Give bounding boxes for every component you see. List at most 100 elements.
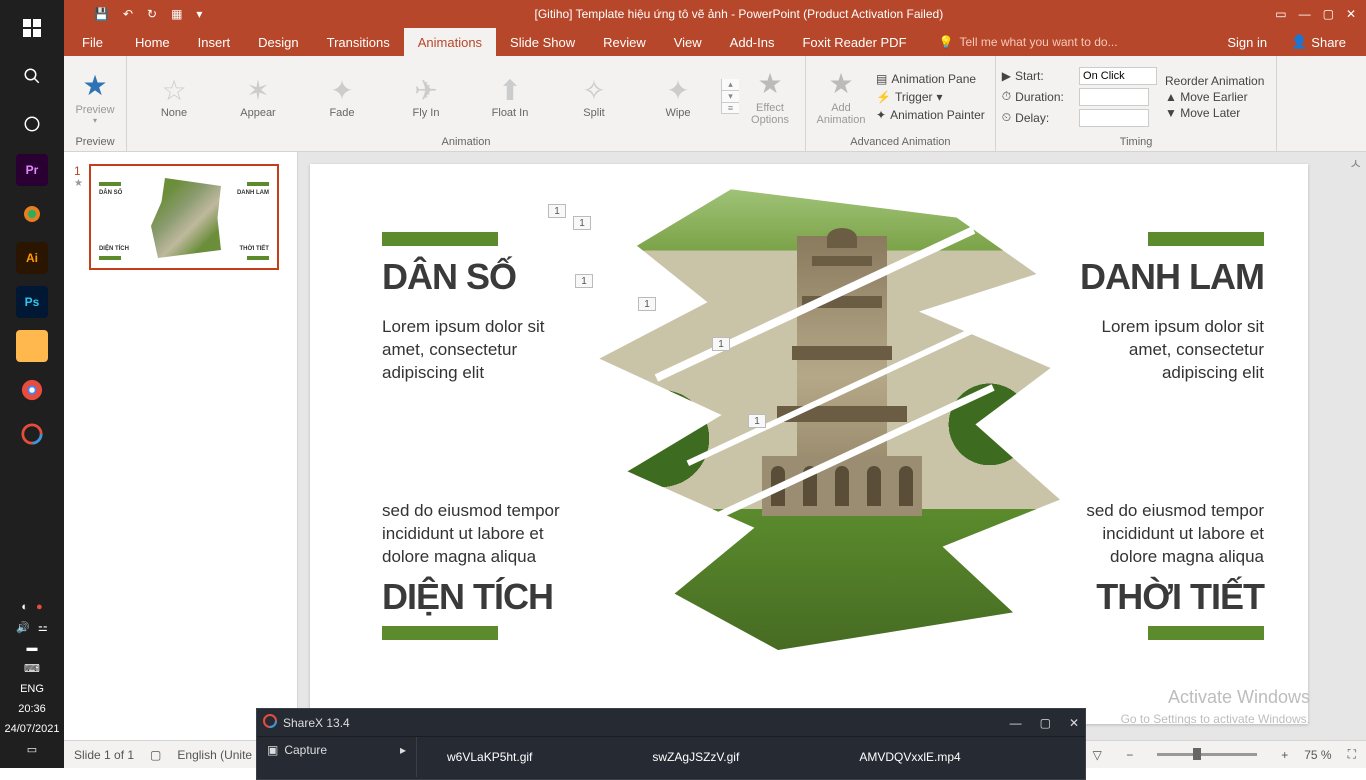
heading-danhlam[interactable]: DANH LAM	[1080, 256, 1264, 298]
save-icon[interactable]: 💾	[94, 7, 109, 21]
body-text[interactable]: sed do eiusmod tempor incididunt ut labo…	[1084, 500, 1264, 569]
tell-me-search[interactable]: 💡Tell me what you want to do...	[939, 35, 1118, 49]
ribbon-options-icon[interactable]: ▭	[1275, 7, 1286, 21]
zoom-level[interactable]: 75 %	[1304, 748, 1331, 762]
animation-gallery[interactable]: ☆None ✶Appear ✦Fade ✈Fly In ⬆Float In ✧S…	[133, 61, 719, 133]
undo-icon[interactable]: ↶	[123, 7, 133, 21]
tab-review[interactable]: Review	[589, 28, 660, 56]
animation-tag[interactable]: 1	[548, 204, 566, 218]
close-icon[interactable]: ✕	[1069, 716, 1079, 730]
start-from-beginning-icon[interactable]: ▦	[171, 7, 182, 21]
slide-canvas[interactable]: DÂN SỐ Lorem ipsum dolor sit amet, conse…	[310, 164, 1308, 724]
heading-danso[interactable]: DÂN SỐ	[382, 256, 516, 298]
move-earlier-button[interactable]: ▲ Move Earlier	[1165, 90, 1264, 104]
chrome-icon[interactable]	[16, 374, 48, 406]
trigger-button[interactable]: ⚡Trigger ▾	[872, 89, 989, 105]
maximize-icon[interactable]: ▢	[1040, 716, 1051, 730]
zoom-out-icon[interactable]: −	[1126, 748, 1133, 762]
minimize-icon[interactable]: —	[1299, 7, 1311, 21]
center-image[interactable]	[590, 180, 1060, 650]
anim-floatin[interactable]: ⬆Float In	[469, 61, 551, 133]
app-icon-1[interactable]	[16, 198, 48, 230]
animation-tag[interactable]: 1	[748, 414, 766, 428]
premiere-icon[interactable]: Pr	[16, 154, 48, 186]
tray-icon[interactable]: ●	[36, 601, 43, 613]
animation-tag[interactable]: 1	[575, 274, 593, 288]
wifi-icon[interactable]: ⚍	[38, 621, 48, 634]
volume-icon[interactable]: 🔊	[16, 621, 30, 634]
signin-button[interactable]: Sign in	[1213, 35, 1281, 50]
anim-fade[interactable]: ✦Fade	[301, 61, 383, 133]
effect-options-button[interactable]: ★ Effect Options	[741, 62, 799, 132]
animation-tag[interactable]: 1	[573, 216, 591, 230]
gallery-scroll[interactable]: ▴▾≡	[721, 79, 739, 114]
tab-transitions[interactable]: Transitions	[313, 28, 404, 56]
illustrator-icon[interactable]: Ai	[16, 242, 48, 274]
anim-appear[interactable]: ✶Appear	[217, 61, 299, 133]
anim-wipe[interactable]: ✦Wipe	[637, 61, 719, 133]
sharex-icon[interactable]	[16, 418, 48, 450]
tab-addins[interactable]: Add-Ins	[716, 28, 789, 56]
tab-home[interactable]: Home	[121, 28, 184, 56]
notifications-icon[interactable]: ▭	[27, 743, 37, 756]
tab-insert[interactable]: Insert	[184, 28, 245, 56]
delay-input[interactable]	[1079, 109, 1149, 127]
cortana-icon[interactable]	[8, 100, 56, 148]
battery-icon[interactable]: ▬	[27, 642, 38, 654]
sharex-window[interactable]: ShareX 13.4 — ▢ ✕ ▣Capture▸ w6VLaKP5ht.g…	[256, 708, 1086, 780]
tab-animations[interactable]: Animations	[404, 28, 496, 56]
heading-thoitiet[interactable]: THỜI TIẾT	[1096, 576, 1264, 618]
minimize-icon[interactable]: —	[1010, 716, 1022, 730]
tab-foxit[interactable]: Foxit Reader PDF	[788, 28, 920, 56]
maximize-icon[interactable]: ▢	[1323, 7, 1334, 21]
tab-view[interactable]: View	[660, 28, 716, 56]
anim-split[interactable]: ✧Split	[553, 61, 635, 133]
tab-slideshow[interactable]: Slide Show	[496, 28, 589, 56]
start-button[interactable]	[8, 4, 56, 52]
redo-icon[interactable]: ↻	[147, 7, 157, 21]
anim-flyin[interactable]: ✈Fly In	[385, 61, 467, 133]
zoom-in-icon[interactable]: +	[1281, 748, 1288, 762]
capture-menu[interactable]: ▣Capture▸	[267, 741, 406, 759]
move-later-button[interactable]: ▼ Move Later	[1165, 106, 1264, 120]
fit-to-window-icon[interactable]: ⛶	[1348, 747, 1356, 762]
body-text[interactable]: Lorem ipsum dolor sit amet, consectetur …	[1084, 316, 1264, 385]
tab-file[interactable]: File	[64, 28, 121, 56]
clock-date[interactable]: 24/07/2021	[4, 723, 59, 735]
slideshow-view-icon[interactable]: ▽	[1084, 745, 1110, 765]
body-text[interactable]: Lorem ipsum dolor sit amet, consectetur …	[382, 316, 562, 385]
duration-input[interactable]	[1079, 88, 1149, 106]
spellcheck-icon[interactable]: ▢	[150, 748, 161, 762]
clock-time[interactable]: 20:36	[18, 703, 46, 715]
search-icon[interactable]	[8, 52, 56, 100]
preview-label: Preview	[75, 104, 114, 116]
start-input[interactable]	[1079, 67, 1157, 85]
explorer-icon[interactable]	[16, 330, 48, 362]
group-label: Advanced Animation	[812, 134, 989, 151]
anim-none[interactable]: ☆None	[133, 61, 215, 133]
preview-button[interactable]: ★ Preview ▾	[70, 62, 120, 132]
animation-tag[interactable]: 1	[638, 297, 656, 311]
anim-indicator-icon: ★	[74, 178, 83, 189]
collapse-ribbon-icon[interactable]: ㅅ	[1349, 154, 1362, 174]
file-item[interactable]: swZAgJSZzV.gif	[652, 750, 739, 764]
heading-dientich[interactable]: DIỆN TÍCH	[382, 576, 553, 618]
close-icon[interactable]: ✕	[1346, 7, 1356, 21]
keyboard-icon[interactable]: ⌨	[24, 662, 40, 675]
photoshop-icon[interactable]: Ps	[16, 286, 48, 318]
tray-icon[interactable]: ◐	[21, 601, 28, 613]
file-item[interactable]: AMVDQVxxlE.mp4	[859, 750, 960, 764]
slide-count[interactable]: Slide 1 of 1	[74, 748, 134, 762]
animation-painter-button[interactable]: ✦Animation Painter	[872, 107, 989, 123]
language-indicator[interactable]: ENG	[20, 683, 44, 695]
animation-pane-button[interactable]: ▤Animation Pane	[872, 71, 989, 87]
file-item[interactable]: w6VLaKP5ht.gif	[447, 750, 532, 764]
zoom-slider[interactable]	[1157, 753, 1257, 756]
share-button[interactable]: 👤Share	[1281, 34, 1356, 50]
language-label[interactable]: English (Unite	[177, 748, 252, 762]
slide-thumbnail[interactable]: DÂN SỐ DANH LAM DIỆN TÍCH THỜI TIẾT	[89, 164, 279, 270]
animation-tag[interactable]: 1	[712, 337, 730, 351]
add-animation-button[interactable]: ★ Add Animation	[812, 62, 870, 132]
body-text[interactable]: sed do eiusmod tempor incididunt ut labo…	[382, 500, 562, 569]
tab-design[interactable]: Design	[244, 28, 312, 56]
